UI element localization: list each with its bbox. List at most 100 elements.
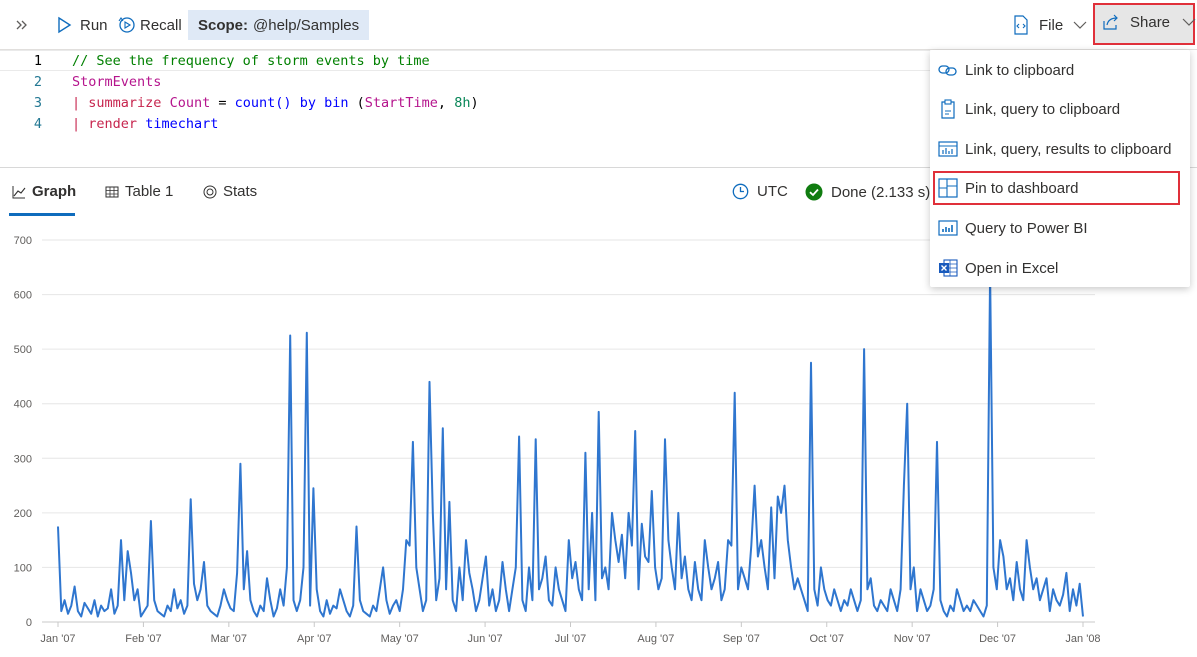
scope-selector[interactable]: Scope: @help/Samples	[188, 10, 370, 40]
tab-table-label: Table 1	[125, 183, 174, 200]
code-render: | render timechart	[72, 116, 218, 132]
run-label: Run	[80, 16, 108, 34]
code-comment: // See the frequency of storm events by …	[72, 52, 430, 69]
recall-button[interactable]: Recall	[118, 10, 182, 40]
menu-item-label: Link, query, results to clipboard	[965, 140, 1172, 158]
y-tick-label: 500	[14, 344, 32, 356]
code-column: Count	[169, 94, 211, 111]
stats-icon	[203, 185, 217, 198]
tab-stats[interactable]: Stats	[203, 183, 257, 200]
menu-item-link-query-results-to-clipboard[interactable]: Link, query, results to clipboard	[930, 131, 1190, 167]
check-circle-icon	[805, 183, 823, 201]
code-operator: =	[218, 94, 227, 111]
recall-label: Recall	[140, 16, 182, 34]
results-grid-icon	[937, 138, 959, 160]
line-chart-icon	[12, 185, 26, 198]
x-tick-label: Aug '07	[637, 633, 674, 645]
dashboard-icon	[937, 177, 959, 199]
menu-item-label: Pin to dashboard	[965, 179, 1079, 197]
code-table-name: StormEvents	[72, 73, 162, 90]
y-tick-label: 200	[14, 508, 32, 520]
y-tick-label: 0	[26, 617, 32, 629]
expand-panel-button[interactable]	[14, 10, 30, 40]
menu-item-link-query-to-clipboard[interactable]: Link, query to clipboard	[930, 91, 1190, 127]
y-tick-label: 600	[14, 290, 32, 302]
timezone-indicator[interactable]: UTC	[732, 183, 788, 200]
code-column: StartTime	[364, 94, 438, 111]
menu-item-pin-to-dashboard[interactable]: Pin to dashboard	[933, 171, 1180, 205]
x-tick-label: Jan '07	[40, 633, 75, 645]
y-tick-label: 400	[14, 399, 32, 411]
x-tick-label: Feb '07	[125, 633, 161, 645]
query-status: Done (2.133 s)	[805, 183, 930, 201]
query-status-label: Done (2.133 s)	[831, 183, 931, 201]
active-tab-indicator	[9, 213, 75, 216]
table-icon	[105, 186, 119, 197]
x-tick-label: Nov '07	[894, 633, 931, 645]
file-code-icon	[1014, 15, 1028, 35]
tab-graph-label: Graph	[32, 183, 77, 200]
x-tick-label: Jul '07	[555, 633, 586, 645]
x-tick-label: Jan '08	[1065, 633, 1100, 645]
code-keyword: by	[299, 94, 316, 111]
scope-value: @help/Samples	[253, 16, 360, 34]
code-keyword: summarize	[88, 94, 162, 111]
timezone-label: UTC	[757, 183, 788, 200]
editor-line-1[interactable]: 1 // See the frequency of storm events b…	[0, 50, 930, 71]
chevron-down-icon	[1182, 18, 1196, 26]
menu-item-label: Link, query to clipboard	[965, 100, 1121, 118]
menu-item-link-to-clipboard[interactable]: Link to clipboard	[930, 52, 1190, 88]
share-button[interactable]: Share	[1093, 3, 1196, 45]
x-tick-label: Apr '07	[297, 633, 332, 645]
x-tick-label: Dec '07	[979, 633, 1016, 645]
x-tick-label: Mar '07	[211, 633, 247, 645]
line-number: 1	[33, 52, 42, 69]
double-chevron-right-icon	[16, 20, 27, 30]
file-label: File	[1039, 16, 1064, 34]
x-tick-label: Oct '07	[809, 633, 844, 645]
code-function: count()	[234, 94, 292, 111]
x-tick-label: Sep '07	[723, 633, 760, 645]
editor-line-3[interactable]: 3 | summarize Count = count() by bin (St…	[0, 92, 930, 113]
code-paren: (	[356, 94, 365, 111]
editor-line-4[interactable]: 4 | render timechart	[0, 113, 930, 134]
clock-icon	[732, 183, 749, 200]
y-tick-label: 700	[14, 235, 32, 247]
clipboard-icon	[937, 98, 959, 120]
x-tick-label: Jun '07	[468, 633, 503, 645]
code-keyword: render	[88, 115, 138, 132]
file-button[interactable]: File	[1013, 10, 1087, 40]
excel-icon	[937, 257, 959, 279]
line-number: 4	[33, 115, 42, 132]
series-line-count	[57, 271, 1084, 618]
share-label: Share	[1130, 13, 1171, 31]
code-comma: ,	[437, 94, 447, 111]
menu-item-query-to-power-bi[interactable]: Query to Power BI	[930, 210, 1190, 246]
menu-item-open-in-excel[interactable]: Open in Excel	[930, 250, 1190, 286]
y-tick-label: 300	[14, 453, 32, 465]
share-icon	[1103, 14, 1118, 30]
tab-graph[interactable]: Graph	[12, 183, 76, 200]
link-icon	[937, 59, 959, 81]
y-tick-label: 100	[14, 562, 32, 574]
tab-stats-label: Stats	[223, 183, 258, 200]
code-summarize: | summarize Count = count() by bin (Star…	[72, 95, 479, 111]
scope-label: Scope:	[198, 16, 249, 34]
menu-item-label: Open in Excel	[965, 259, 1059, 277]
code-number: 8h	[454, 94, 471, 111]
code-function: bin	[324, 94, 349, 111]
query-toolbar: Run Recall Scope: @help/Samples File Sha…	[0, 0, 1197, 50]
run-button[interactable]: Run	[56, 10, 108, 40]
line-number: 2	[33, 73, 42, 90]
share-menu: Link to clipboard Link, query to clipboa…	[930, 50, 1190, 287]
chevron-down-icon	[1073, 21, 1087, 29]
recall-icon	[118, 17, 135, 33]
menu-item-label: Link to clipboard	[965, 61, 1075, 79]
line-number: 3	[33, 94, 42, 111]
tab-table[interactable]: Table 1	[105, 183, 173, 200]
code-pipe: |	[72, 115, 81, 132]
editor-line-2[interactable]: 2 StormEvents	[0, 71, 930, 92]
x-tick-label: May '07	[381, 633, 419, 645]
menu-item-label: Query to Power BI	[965, 219, 1088, 237]
code-pipe: |	[72, 94, 81, 111]
